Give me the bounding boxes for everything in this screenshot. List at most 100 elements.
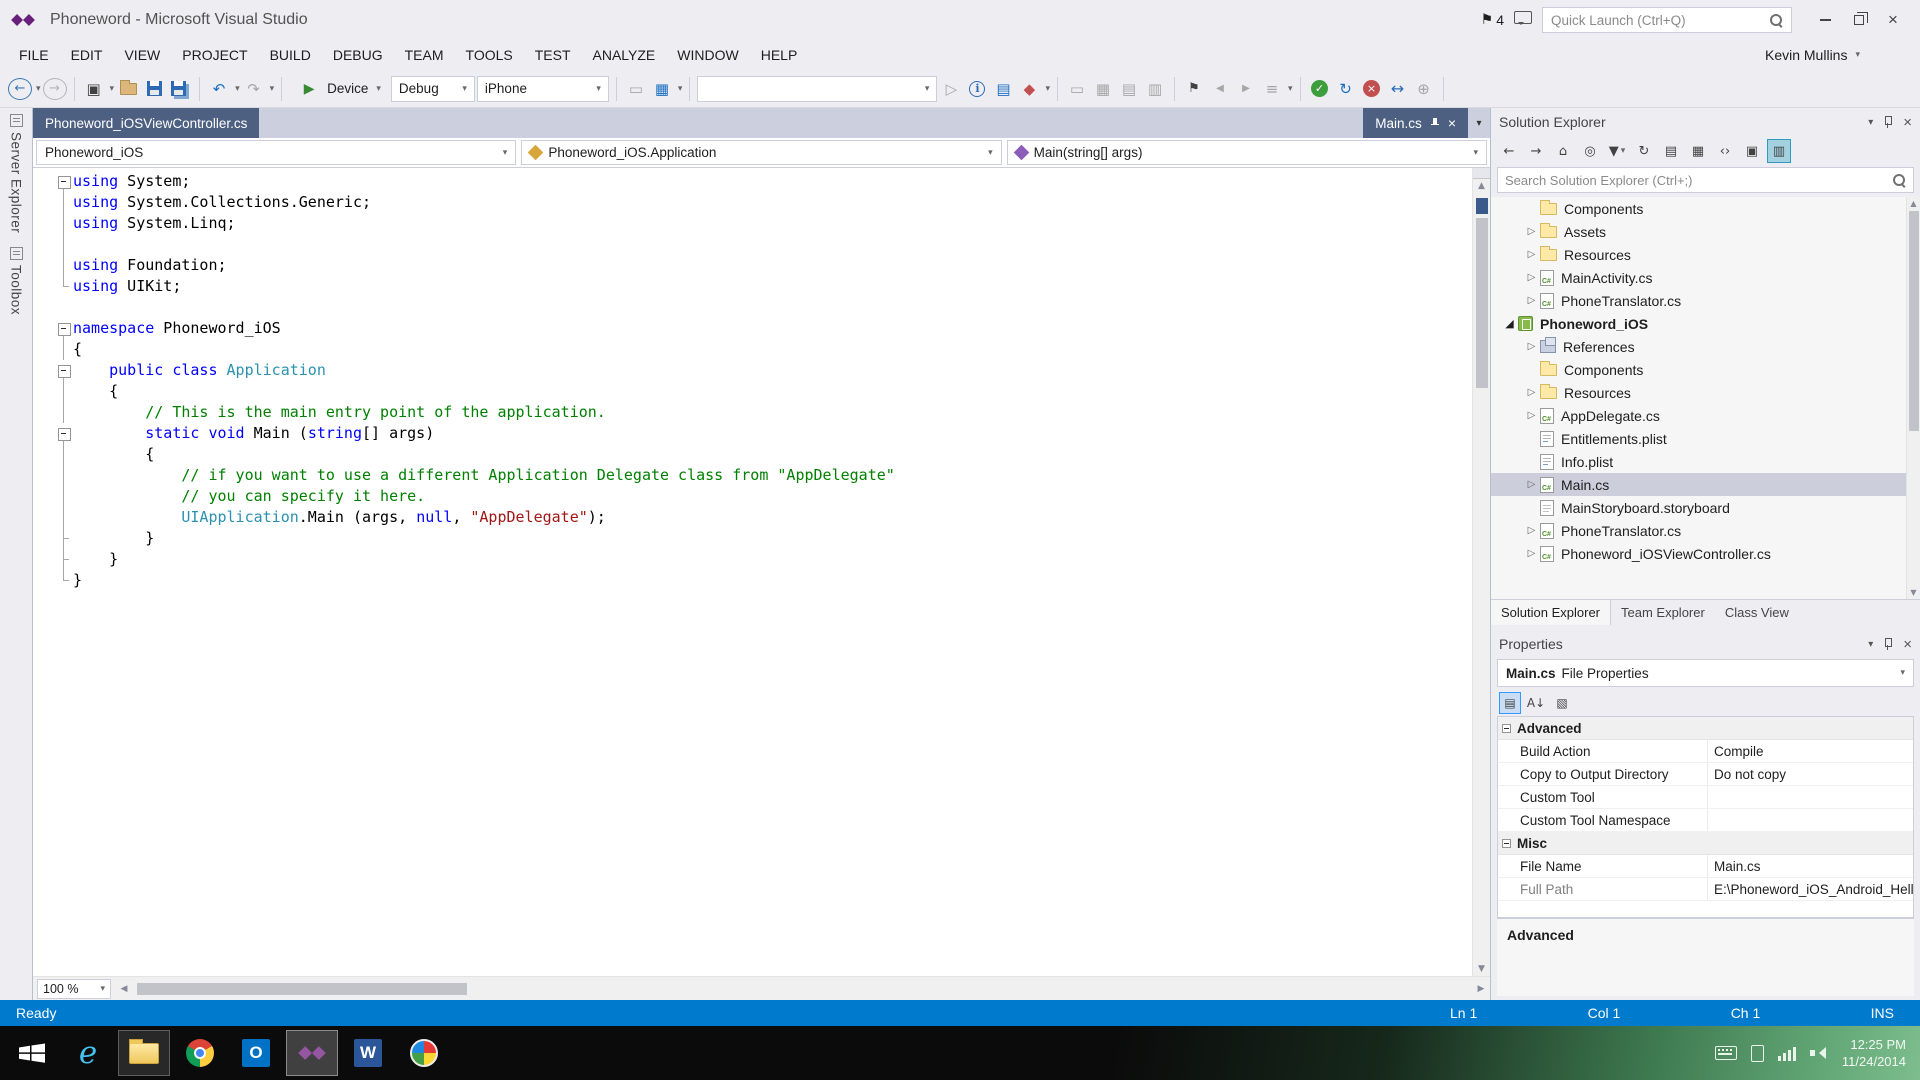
pin-icon[interactable] xyxy=(1883,638,1893,650)
navigate-back-caret-icon[interactable]: ▾ xyxy=(36,84,41,94)
tree-item-components[interactable]: Components xyxy=(1491,197,1920,220)
open-file-button[interactable] xyxy=(116,76,140,102)
property-pages-button[interactable]: ▧ xyxy=(1551,692,1573,714)
tree-item-resources[interactable]: ▷ Resources xyxy=(1491,243,1920,266)
next-bookmark-button[interactable]: ▶ xyxy=(1234,76,1258,102)
scroll-down-icon[interactable]: ▼ xyxy=(1473,964,1490,974)
feedback-button[interactable] xyxy=(1514,11,1532,29)
device-icon[interactable] xyxy=(1750,1044,1764,1062)
start-debugging-button[interactable]: ▶ Device ▾ xyxy=(289,76,389,102)
redo-caret-icon[interactable]: ▾ xyxy=(270,84,275,94)
extensions-button[interactable]: ⊕ xyxy=(1412,76,1436,102)
type-dropdown[interactable]: Phoneword_iOS.Application ▾ xyxy=(521,140,1002,165)
undo-caret-icon[interactable]: ▾ xyxy=(235,84,240,94)
device-platform-combo[interactable]: iPhone ▾ xyxy=(476,75,609,102)
breakpoint-margin[interactable] xyxy=(33,168,55,976)
property-category-advanced[interactable]: Advanced xyxy=(1498,717,1913,740)
fold-collapse-icon[interactable] xyxy=(55,318,73,339)
menu-item-tools[interactable]: TOOLS xyxy=(455,40,524,70)
code-editor[interactable]: using System; using System.Collections.Ge… xyxy=(33,168,1490,976)
taskbar-visual-studio[interactable] xyxy=(286,1030,338,1076)
find-input[interactable] xyxy=(705,81,917,96)
taskbar-clock[interactable]: 12:25 PM 11/24/2014 xyxy=(1842,1036,1906,1070)
vertical-scroll-thumb[interactable] xyxy=(1476,218,1488,388)
tree-expander-icon[interactable]: ▷ xyxy=(1523,295,1540,306)
volume-icon[interactable] xyxy=(1809,1045,1828,1061)
tree-item-phoneword-ios[interactable]: ◢ Phoneword_iOS xyxy=(1491,312,1920,335)
property-row-custom-tool[interactable]: Custom Tool xyxy=(1498,786,1913,809)
build-tool-button[interactable]: ▦ xyxy=(650,76,674,102)
sidebar-tab-toolbox[interactable]: Toolbox xyxy=(9,247,24,315)
run-tests-button[interactable]: ▷ xyxy=(939,76,963,102)
panel-tab-class-view[interactable]: Class View xyxy=(1715,600,1799,625)
highlight-button[interactable]: ◆ xyxy=(1017,76,1041,102)
quick-launch-box[interactable] xyxy=(1542,7,1792,33)
minimize-button[interactable] xyxy=(1808,7,1842,33)
tree-item-entitlements-plist[interactable]: Entitlements.plist xyxy=(1491,427,1920,450)
se-filter-button[interactable]: ▼ ▾ xyxy=(1605,139,1629,163)
new-project-button[interactable]: ▣ xyxy=(82,76,106,102)
sidebar-tab-server-explorer[interactable]: Server Explorer xyxy=(9,114,24,233)
info-button[interactable]: i xyxy=(965,76,989,102)
vertical-scrollbar[interactable]: ▲ ▼ xyxy=(1472,168,1490,976)
taskbar-file-explorer[interactable] xyxy=(118,1030,170,1076)
tree-item-main-cs[interactable]: ▷ Main.cs xyxy=(1491,473,1920,496)
close-button[interactable]: × xyxy=(1876,7,1910,33)
indent-button[interactable]: ▤ xyxy=(1117,76,1141,102)
collapse-category-icon[interactable] xyxy=(1502,723,1511,733)
solution-search-box[interactable] xyxy=(1497,167,1914,193)
tab-list-dropdown[interactable]: ▾ xyxy=(1468,108,1490,138)
tree-expander-icon[interactable]: ▷ xyxy=(1523,525,1540,536)
property-value[interactable]: Compile xyxy=(1708,740,1913,762)
horizontal-scrollbar[interactable]: 100 % ▾ ◀ ▶ xyxy=(33,976,1490,1000)
build-tool-caret-icon[interactable]: ▾ xyxy=(678,84,683,94)
solution-search-input[interactable] xyxy=(1505,172,1887,188)
se-properties-button[interactable]: ▣ xyxy=(1740,139,1764,163)
categorized-button[interactable]: ▤ xyxy=(1499,692,1521,714)
new-project-caret-icon[interactable]: ▾ xyxy=(110,84,115,94)
restore-button[interactable] xyxy=(1842,7,1876,33)
menu-item-analyze[interactable]: ANALYZE xyxy=(582,40,667,70)
property-value[interactable] xyxy=(1708,786,1913,808)
network-signal-icon[interactable] xyxy=(1777,1046,1796,1061)
fold-collapse-icon[interactable] xyxy=(55,171,73,192)
window-position-icon[interactable]: ▾ xyxy=(1868,117,1873,128)
sync-button[interactable]: ↻ xyxy=(1334,76,1358,102)
menu-item-help[interactable]: HELP xyxy=(750,40,809,70)
menu-item-edit[interactable]: EDIT xyxy=(60,40,114,70)
tree-expander-icon[interactable]: ▷ xyxy=(1523,479,1540,490)
tree-item-phonetranslator-cs[interactable]: ▷ PhoneTranslator.cs xyxy=(1491,289,1920,312)
tree-item-info-plist[interactable]: Info.plist xyxy=(1491,450,1920,473)
tree-expander-icon[interactable]: ▷ xyxy=(1523,548,1540,559)
property-category-misc[interactable]: Misc xyxy=(1498,832,1913,855)
toggle-bookmark-button[interactable]: ⚑ xyxy=(1182,76,1206,102)
property-value[interactable]: Main.cs xyxy=(1708,855,1913,877)
code-lines[interactable]: using System; using System.Collections.Ge… xyxy=(55,168,1472,976)
tree-item-phonetranslator-cs[interactable]: ▷ PhoneTranslator.cs xyxy=(1491,519,1920,542)
property-value[interactable]: E:\Phoneword_iOS_Android_Hello xyxy=(1708,878,1913,900)
properties-object-dropdown[interactable]: Main.cs File Properties ▾ xyxy=(1497,659,1914,687)
tree-expander-icon[interactable]: ▷ xyxy=(1523,272,1540,283)
compare-button[interactable]: ↔ xyxy=(1386,76,1410,102)
tree-expander-icon[interactable]: ▷ xyxy=(1523,226,1540,237)
se-preview-selected-items-button[interactable]: ▥ xyxy=(1767,139,1791,163)
error-list-button[interactable]: × xyxy=(1360,76,1384,102)
tree-item-components[interactable]: Components xyxy=(1491,358,1920,381)
tree-expander-icon[interactable]: ▷ xyxy=(1523,341,1540,352)
undo-button[interactable]: ↶ xyxy=(207,76,231,102)
scroll-right-icon[interactable]: ▶ xyxy=(1472,984,1490,994)
preview-tab-main-cs[interactable]: Main.cs × xyxy=(1363,108,1468,138)
split-window-handle[interactable] xyxy=(1473,168,1490,179)
tree-item-phoneword-iosviewcontroller-cs[interactable]: ▷ Phoneword_iOSViewController.cs xyxy=(1491,542,1920,565)
fold-collapse-icon[interactable] xyxy=(55,360,73,381)
tree-item-resources[interactable]: ▷ Resources xyxy=(1491,381,1920,404)
menu-item-project[interactable]: PROJECT xyxy=(171,40,258,70)
tree-item-references[interactable]: ▷ References xyxy=(1491,335,1920,358)
taskbar-internet-explorer[interactable]: e xyxy=(62,1030,114,1076)
tree-expander-icon[interactable]: ▷ xyxy=(1523,387,1540,398)
solution-configuration-combo[interactable]: Debug ▾ xyxy=(390,75,475,102)
menu-item-build[interactable]: BUILD xyxy=(259,40,322,70)
se-back-button[interactable]: ← xyxy=(1497,139,1521,163)
menu-item-team[interactable]: TEAM xyxy=(394,40,455,70)
tree-item-assets[interactable]: ▷ Assets xyxy=(1491,220,1920,243)
